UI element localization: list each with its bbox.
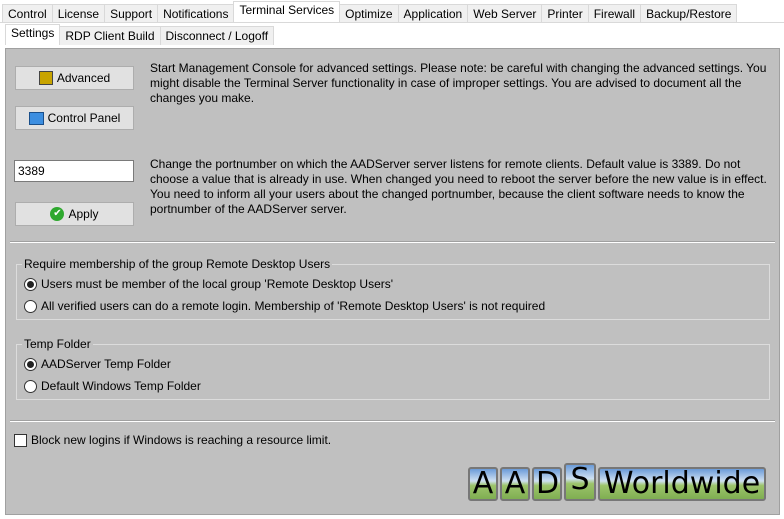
control-panel-icon [28,111,44,125]
checkbox-box[interactable] [14,433,27,447]
logo-tile: Worldwide [598,467,766,501]
apply-label: Apply [68,207,99,221]
port-description: Change the portnumber on which the AADSe… [150,157,767,216]
tab-application[interactable]: Application [397,4,469,22]
radio-all-verified[interactable]: All verified users can do a remote login… [24,299,545,313]
radio-aadserver-temp[interactable]: AADServer Temp Folder [24,357,171,371]
radio-label: Users must be member of the local group … [41,277,394,291]
control-panel-label: Control Panel [47,111,121,125]
tools-icon [38,71,53,85]
control-panel-button[interactable]: Control Panel [15,106,134,130]
tab-printer[interactable]: Printer [541,4,589,22]
sub-tabs: Settings RDP Client Build Disconnect / L… [5,24,275,45]
checkbox-label: Block new logins if Windows is reaching … [31,433,332,447]
temp-folder-title: Temp Folder [22,337,93,351]
tab-support[interactable]: Support [104,4,159,22]
logo-tile: A [500,467,530,501]
apply-button[interactable]: ✔ Apply [15,202,134,226]
logo-tile: D [532,467,562,501]
subtab-disconnect-logoff[interactable]: Disconnect / Logoff [159,26,275,45]
subtab-rdp-client-build[interactable]: RDP Client Build [59,26,161,45]
radio-windows-temp[interactable]: Default Windows Temp Folder [24,379,201,393]
tab-web-server[interactable]: Web Server [467,4,543,22]
radio-label: AADServer Temp Folder [41,357,171,371]
tab-notifications[interactable]: Notifications [157,4,235,22]
advanced-description: Start Management Console for advanced se… [150,61,767,105]
block-logins-checkbox[interactable]: Block new logins if Windows is reaching … [14,433,331,447]
logo-tile: A [468,467,498,501]
aads-worldwide-logo: A A D S Worldwide [468,463,766,501]
radio-unselected[interactable] [24,379,37,393]
advanced-button[interactable]: Advanced [15,66,134,90]
membership-title: Require membership of the group Remote D… [22,257,333,271]
radio-selected[interactable] [24,357,37,371]
subtab-settings[interactable]: Settings [5,24,61,45]
tab-terminal-services[interactable]: Terminal Services [233,1,341,22]
logo-tile: S [564,463,596,501]
main-tabs: Control License Support Notifications Te… [2,1,738,22]
radio-unselected[interactable] [24,299,37,313]
tabs-divider [0,22,784,23]
checkmark-icon: ✔ [50,207,65,221]
port-input[interactable]: 3389 [14,160,134,182]
radio-label: Default Windows Temp Folder [41,379,201,393]
membership-group: Require membership of the group Remote D… [16,257,770,320]
tab-optimize[interactable]: Optimize [339,4,399,22]
temp-folder-group: Temp Folder AADServer Temp Folder Defaul… [16,337,770,400]
separator [10,420,775,422]
advanced-label: Advanced [56,71,111,85]
radio-selected[interactable] [24,277,37,291]
separator [10,241,775,243]
radio-label: All verified users can do a remote login… [41,299,546,313]
tab-control[interactable]: Control [2,4,53,22]
tab-firewall[interactable]: Firewall [587,4,642,22]
radio-must-be-member[interactable]: Users must be member of the local group … [24,277,393,291]
settings-panel: Advanced Start Management Console for ad… [5,48,780,515]
tab-license[interactable]: License [51,4,106,22]
tab-backup-restore[interactable]: Backup/Restore [640,4,738,22]
